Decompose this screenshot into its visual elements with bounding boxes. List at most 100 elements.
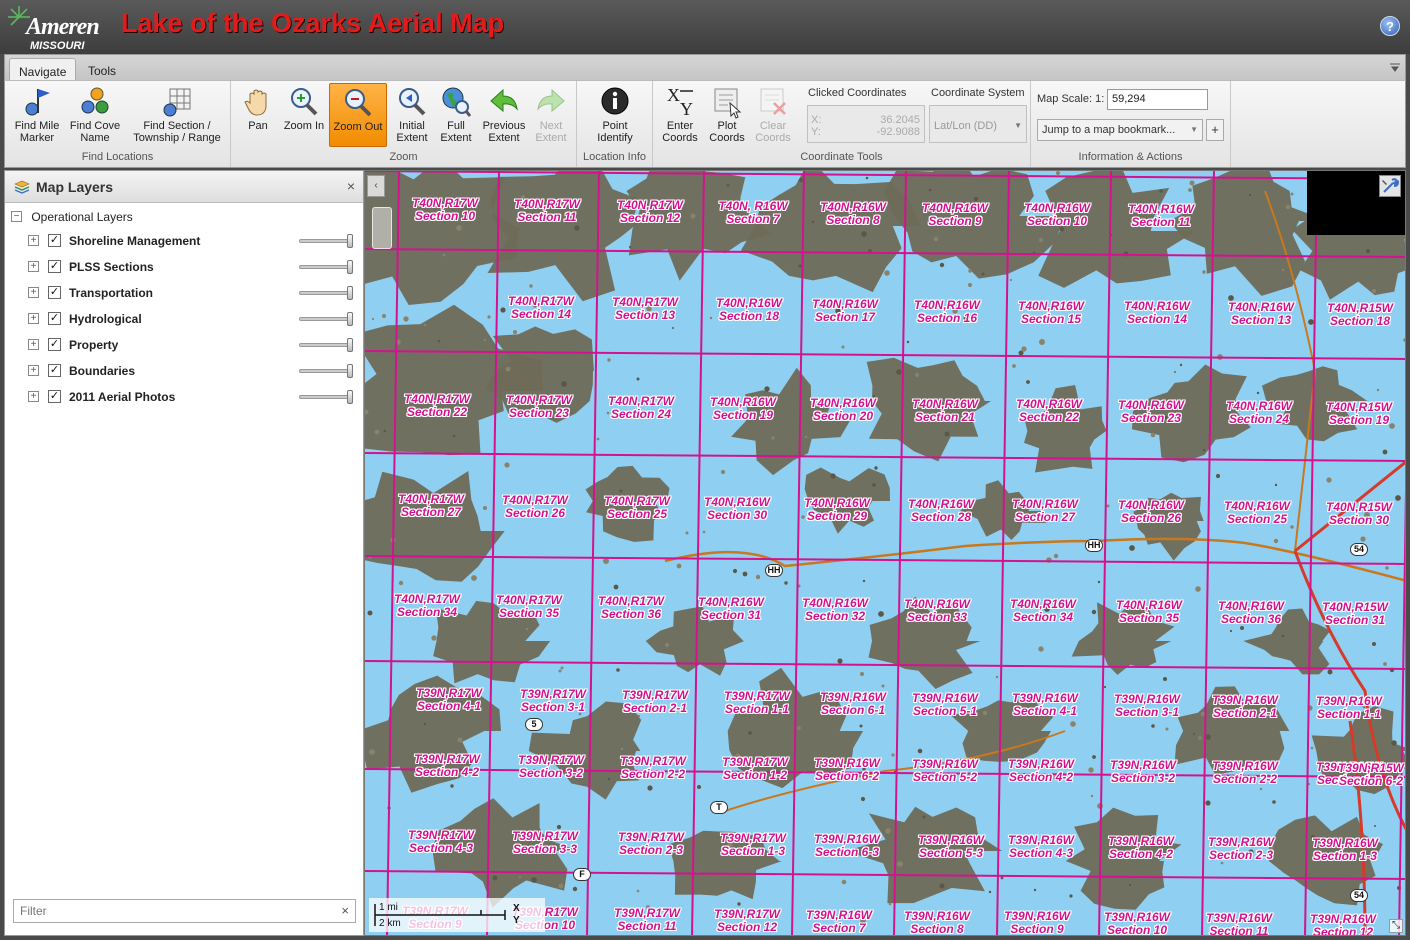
opacity-slider[interactable]: [299, 260, 353, 274]
opacity-slider[interactable]: [299, 312, 353, 326]
map-tools-button[interactable]: [1379, 175, 1401, 197]
opacity-slider[interactable]: [299, 390, 353, 404]
close-panel-button[interactable]: ×: [347, 178, 355, 194]
next-extent-button[interactable]: Next Extent: [529, 83, 573, 147]
slider-handle[interactable]: [347, 364, 353, 378]
layer-checkbox[interactable]: ✓: [48, 338, 61, 351]
slider-handle[interactable]: [347, 260, 353, 274]
layer-checkbox[interactable]: ✓: [48, 260, 61, 273]
coordinate-system-select[interactable]: Lat/Lon (DD) ▼: [929, 105, 1027, 143]
terrain-texture: [830, 473, 836, 479]
clear-filter-button[interactable]: ×: [341, 903, 349, 918]
previous-extent-button[interactable]: Previous Extent: [479, 83, 529, 147]
expand-icon[interactable]: +: [28, 339, 39, 350]
terrain-texture: [442, 253, 446, 257]
section-number: Section 4-2: [414, 765, 480, 779]
slider-handle[interactable]: [347, 234, 353, 248]
section-label: T40N,R17W Section 23: [499, 392, 579, 420]
layer-checkbox[interactable]: ✓: [48, 312, 61, 325]
section-label: T39N,R17W Section 4-1: [409, 687, 489, 713]
opacity-slider[interactable]: [299, 286, 353, 300]
zoom-out-button[interactable]: Zoom Out: [329, 83, 387, 147]
section-township: T40N,R16W: [811, 296, 879, 311]
terrain-texture: [968, 283, 972, 287]
section-label: T40N,R16W Section 23: [1111, 399, 1191, 425]
section-township: T39N,R16W: [805, 907, 873, 922]
layer-row[interactable]: + ✓ Hydrological: [28, 309, 358, 329]
section-township: T40N,R17W: [505, 392, 573, 407]
section-label: T39N,R17W Section 2-1: [615, 688, 695, 715]
collapse-icon[interactable]: −: [11, 211, 22, 223]
find-mile-marker-label: Find Mile Marker: [14, 120, 60, 144]
add-bookmark-button[interactable]: +: [1206, 119, 1224, 141]
clear-coords-button[interactable]: Clear Coords: [751, 83, 795, 147]
ribbon-collapse-icon[interactable]: [1389, 62, 1401, 72]
section-number: Section 4-1: [416, 699, 482, 713]
find-cove-name-button[interactable]: Find Cove Name: [67, 83, 123, 147]
layer-row[interactable]: + ✓ 2011 Aerial Photos: [28, 387, 358, 407]
opacity-slider[interactable]: [299, 364, 353, 378]
slider-handle[interactable]: [347, 312, 353, 326]
road-shield: F: [573, 868, 591, 881]
layer-row[interactable]: + ✓ Boundaries: [28, 361, 358, 381]
slider-handle[interactable]: [347, 390, 353, 404]
map-view[interactable]: T40N,R17W Section 10 T40N,R17W Section 11 T4…: [364, 170, 1406, 936]
slider-handle[interactable]: [347, 338, 353, 352]
terrain-texture: [647, 785, 653, 791]
layer-checkbox[interactable]: ✓: [48, 234, 61, 247]
expand-icon[interactable]: +: [28, 235, 39, 246]
filter-input[interactable]: [14, 900, 324, 922]
section-label: T40N,R17W Section 35: [489, 593, 569, 620]
section-township: T39N,R17W: [617, 829, 685, 844]
section-number: Section 8: [826, 212, 880, 227]
layer-row[interactable]: + ✓ Property: [28, 335, 358, 355]
section-label: T39N,R17W Section 3-2: [511, 753, 591, 780]
layer-row[interactable]: + ✓ Shoreline Management: [28, 231, 358, 251]
expand-icon[interactable]: +: [28, 391, 39, 402]
resize-icon[interactable]: ⤡: [1389, 919, 1403, 933]
operational-layers-node[interactable]: − Operational Layers: [11, 209, 133, 227]
layers-icon: [14, 180, 30, 194]
layer-checkbox[interactable]: ✓: [48, 286, 61, 299]
tab-navigate[interactable]: Navigate: [9, 58, 77, 82]
plot-coords-button[interactable]: Plot Coords: [705, 83, 749, 147]
collapse-panel-button[interactable]: ‹: [367, 175, 385, 197]
section-number: Section 36: [1220, 612, 1282, 627]
layer-row[interactable]: + ✓ Transportation: [28, 283, 358, 303]
section-label: T39N,R15W Section 6-2: [1331, 762, 1405, 788]
expand-icon[interactable]: +: [28, 365, 39, 376]
map-scale-input[interactable]: 59,294: [1107, 89, 1208, 110]
slider-handle[interactable]: [347, 286, 353, 300]
app-header: Ameren MISSOURI Lake of the Ozarks Aeria…: [0, 0, 1410, 54]
zoom-in-button[interactable]: Zoom In: [281, 83, 327, 147]
find-mile-marker-button[interactable]: Find Mile Marker: [9, 83, 65, 147]
expand-icon[interactable]: +: [28, 313, 39, 324]
section-label: T40N,R16W Section 16: [907, 298, 987, 325]
section-label: T39N,R16W Section 12: [1303, 913, 1383, 935]
section-label: T39N,R16W Section 5-3: [911, 833, 991, 860]
point-identify-button[interactable]: Point Identify: [583, 83, 647, 147]
full-extent-button[interactable]: Full Extent: [435, 83, 477, 147]
terrain-texture: [574, 225, 580, 231]
opacity-slider[interactable]: [299, 338, 353, 352]
initial-extent-button[interactable]: Initial Extent: [391, 83, 433, 147]
bookmark-select[interactable]: Jump to a map bookmark... ▼: [1037, 119, 1203, 141]
opacity-slider[interactable]: [299, 234, 353, 248]
layer-checkbox[interactable]: ✓: [48, 364, 61, 377]
tab-tools[interactable]: Tools: [79, 58, 125, 82]
svg-text:Y: Y: [680, 99, 693, 119]
zoom-slider[interactable]: [372, 207, 392, 249]
expand-icon[interactable]: +: [28, 261, 39, 272]
pan-button[interactable]: Pan: [237, 83, 279, 147]
terrain-texture: [1021, 346, 1027, 352]
land-area: [487, 171, 641, 302]
expand-icon[interactable]: +: [28, 287, 39, 298]
layer-row[interactable]: + ✓ PLSS Sections: [28, 257, 358, 277]
point-identify-label: Point Identify: [597, 120, 633, 144]
terrain-texture: [861, 231, 867, 237]
map-scale-label: Map Scale: 1:: [1037, 93, 1105, 105]
layer-checkbox[interactable]: ✓: [48, 390, 61, 403]
enter-coords-button[interactable]: XY Enter Coords: [657, 83, 703, 147]
help-button[interactable]: ?: [1380, 16, 1400, 36]
find-section-button[interactable]: Find Section / Township / Range: [127, 83, 227, 147]
